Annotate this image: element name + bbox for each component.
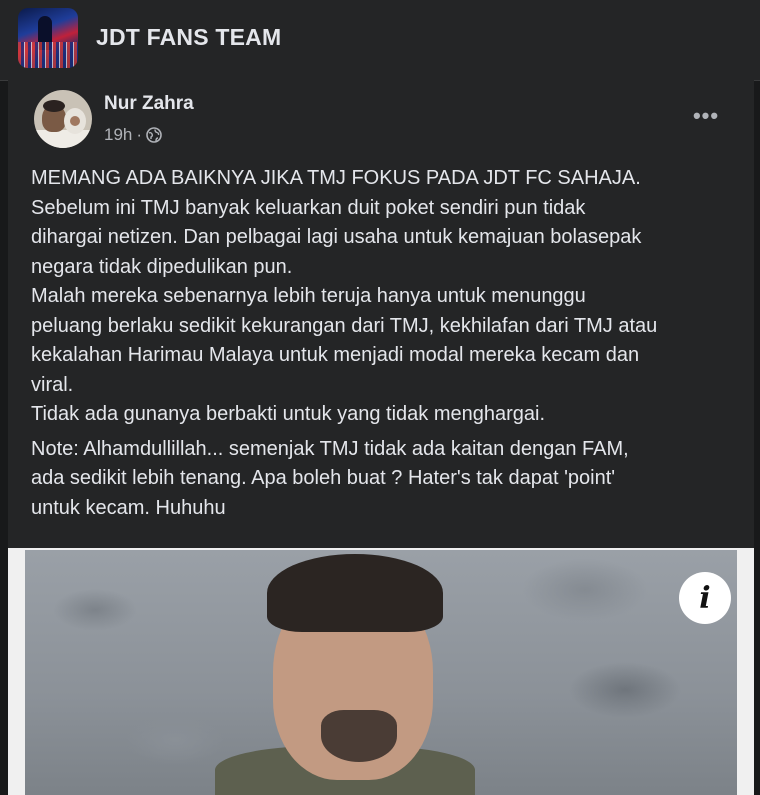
post-note-line: ada sedikit lebih tenang. Apa boleh buat…	[31, 467, 616, 489]
post-text-line: viral.	[31, 373, 74, 396]
group-avatar[interactable]	[18, 8, 78, 68]
avatar-person-hair	[43, 100, 65, 112]
globe-icon[interactable]	[146, 127, 162, 143]
avatar-body	[34, 130, 92, 148]
group-name[interactable]: JDT FANS TEAM	[96, 24, 281, 51]
post-time[interactable]: 19h	[104, 125, 132, 145]
group-header: JDT FANS TEAM	[0, 0, 760, 81]
post-text-line: negara tidak dipedulikan pun.	[31, 255, 293, 278]
post-text-line: Sebelum ini TMJ banyak keluarkan duit po…	[31, 196, 586, 219]
post-note-line: Note: Alhamdullillah... semenjak TMJ tid…	[31, 437, 629, 460]
group-avatar-crowd	[18, 42, 78, 68]
post-text-line: MEMANG ADA BAIKNYA JIKA TMJ FOKUS PADA J…	[31, 167, 641, 189]
photo-beard	[321, 710, 397, 762]
post-note-line: untuk kecam. Huhuhu	[31, 496, 226, 519]
post-text: MEMANG ADA BAIKNYA JIKA TMJ FOKUS PADA J…	[31, 164, 741, 523]
post-card: Nur Zahra 19h · ••• MEMANG ADA BAIKNYA J…	[8, 80, 754, 795]
avatar-child-face	[70, 116, 80, 126]
author-avatar[interactable]	[34, 90, 92, 148]
author-name[interactable]: Nur Zahra	[104, 93, 194, 115]
photo-hair	[267, 554, 443, 632]
more-icon[interactable]: •••	[688, 98, 724, 134]
post-text-line: peluang berlaku sedikit kekurangan dari …	[31, 314, 658, 337]
photo	[25, 550, 737, 795]
post-image[interactable]: i	[8, 548, 754, 795]
post-note: Note: Alhamdullillah... semenjak TMJ tid…	[31, 435, 741, 524]
post-text-line: Tidak ada gunanya berbakti untuk yang ti…	[31, 403, 546, 425]
post-text-line: kekalahan Harimau Malaya untuk menjadi m…	[31, 344, 640, 366]
meta-separator: ·	[136, 125, 143, 144]
post-meta: 19h ·	[104, 124, 162, 146]
info-icon[interactable]: i	[679, 572, 731, 624]
post-text-line: Malah mereka sebenarnya lebih teruja han…	[31, 285, 586, 307]
post-text-line: dihargai netizen. Dan pelbagai lagi usah…	[31, 226, 642, 248]
